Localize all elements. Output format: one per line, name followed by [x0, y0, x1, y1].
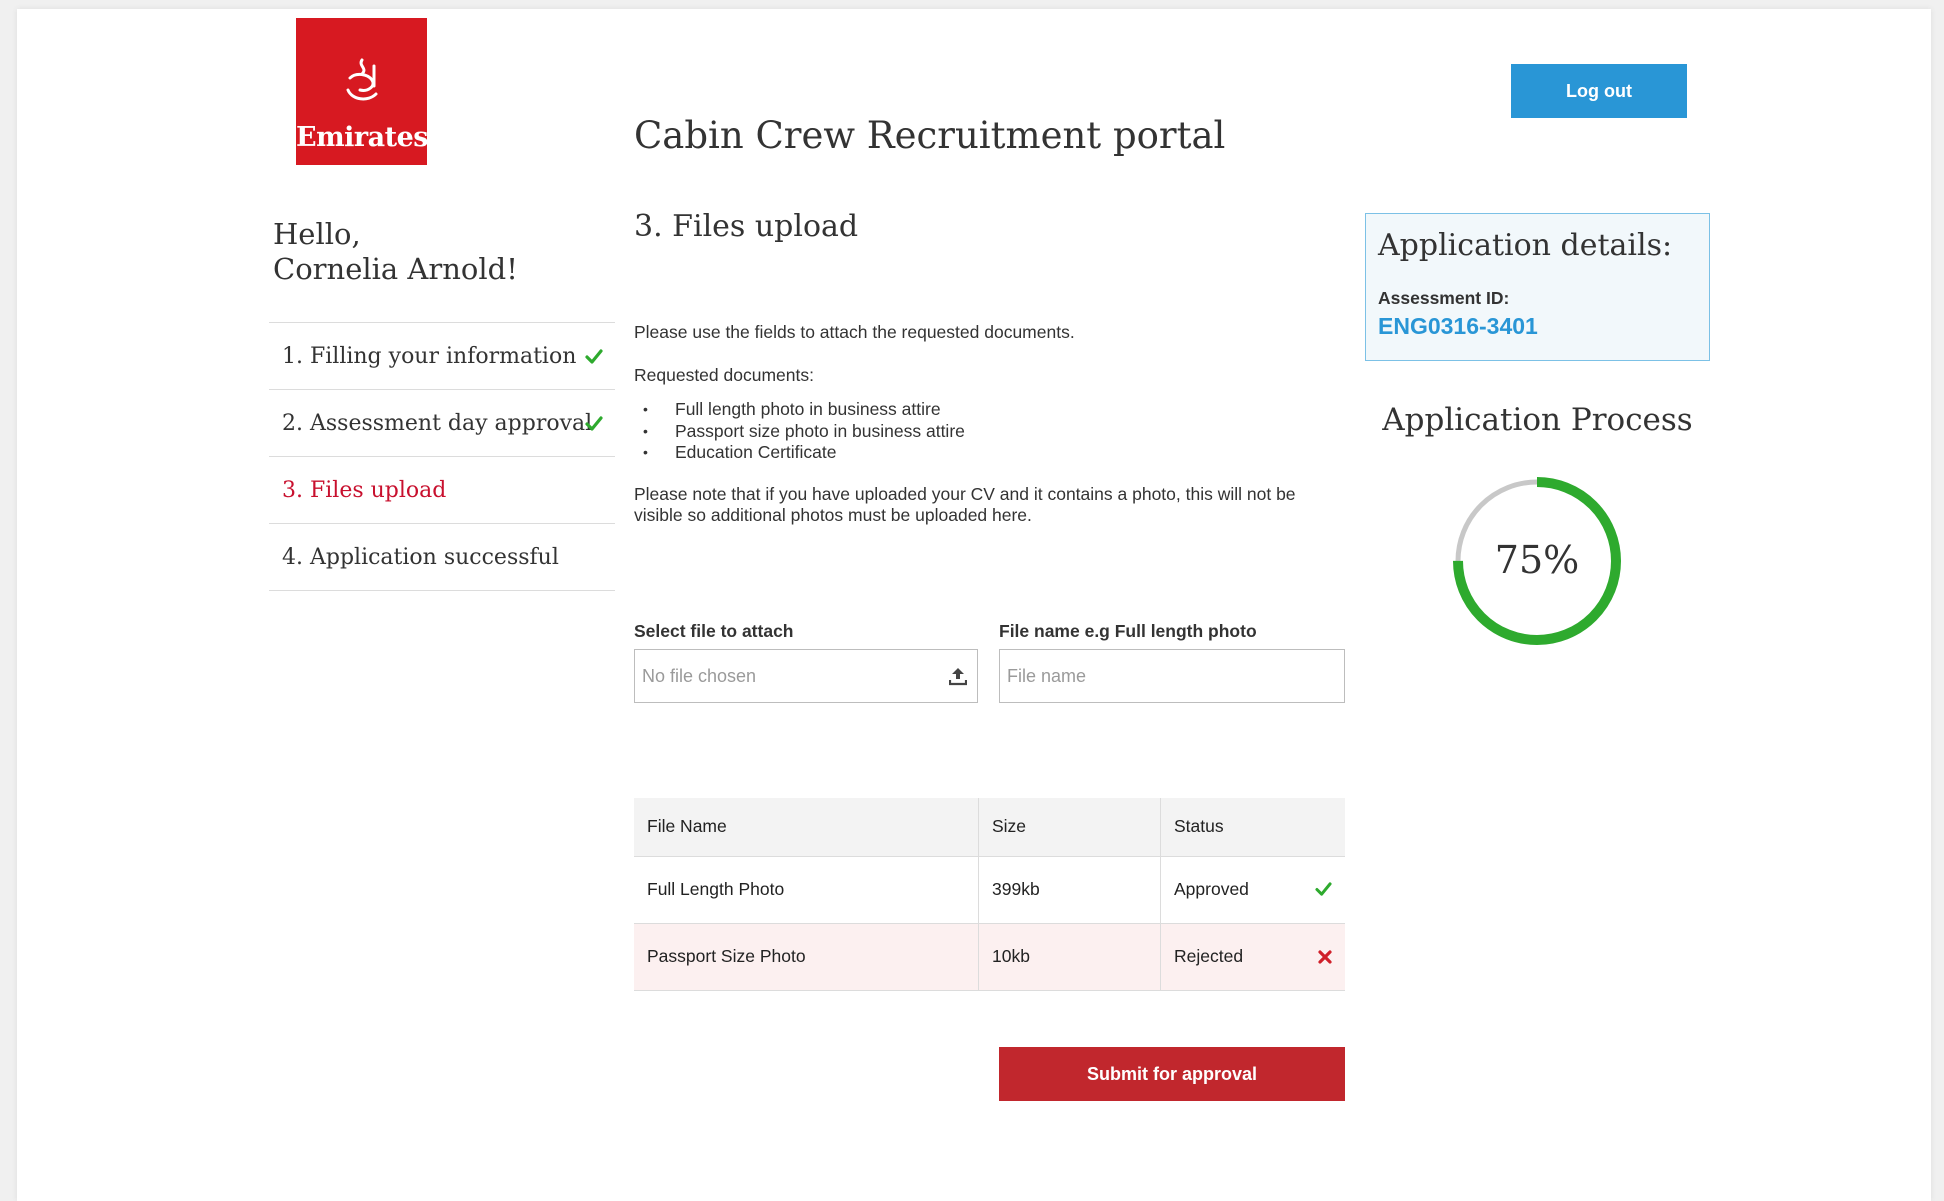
file-name-label: File name e.g Full length photo — [999, 621, 1257, 641]
file-name-cell: Passport Size Photo — [634, 923, 979, 990]
steps-nav: 1. Filling your information 2. Assessmen… — [269, 322, 615, 591]
file-name-cell: Full Length Photo — [634, 856, 979, 923]
file-status-cell: Rejected — [1161, 923, 1346, 990]
emirates-calligraphy-icon — [296, 56, 427, 113]
emirates-logo[interactable]: Emirates — [296, 18, 428, 165]
progress-gauge: 75% — [1437, 461, 1637, 661]
assessment-id-value: ENG0316-3401 — [1378, 313, 1538, 339]
application-details-title: Application details: — [1378, 228, 1673, 263]
file-name-input[interactable]: File name — [999, 649, 1345, 703]
file-select-label: Select file to attach — [634, 621, 794, 641]
gauge-percent-label: 75% — [1495, 538, 1579, 582]
file-size-cell: 10kb — [978, 923, 1161, 990]
step-label: 3. Files upload — [282, 477, 447, 503]
column-header-status: Status — [1174, 816, 1224, 837]
step-assessment-day-approval[interactable]: 2. Assessment day approval — [269, 389, 615, 456]
photo-note: Please note that if you have uploaded yo… — [634, 484, 1296, 525]
brand-wordmark: Emirates — [296, 122, 428, 153]
intro-text: Please use the fields to attach the requ… — [634, 322, 1075, 342]
file-select-placeholder: No file chosen — [642, 665, 757, 686]
application-process-title: Application Process — [1382, 402, 1693, 438]
step-label: 2. Assessment day approval — [282, 410, 593, 436]
logout-button[interactable]: Log out — [1511, 64, 1687, 118]
step-files-upload[interactable]: 3. Files upload — [269, 456, 615, 523]
step-label: 4. Application successful — [282, 544, 559, 570]
files-table: File Name Size Status Full Length Photo … — [634, 798, 1345, 991]
file-status-cell: Approved — [1161, 856, 1346, 923]
portal-title: Cabin Crew Recruitment portal — [634, 114, 1226, 157]
requested-documents-list: Full length photo in business attire Pas… — [634, 399, 965, 464]
column-header-size: Size — [978, 798, 1161, 856]
application-details-panel: Application details: Assessment ID: ENG0… — [1365, 213, 1710, 361]
table-header-row: File Name Size Status — [634, 798, 1345, 856]
list-item: Full length photo in business attire — [634, 399, 965, 421]
check-icon — [585, 346, 603, 371]
column-header-file-name: File Name — [634, 798, 979, 856]
check-icon — [1315, 881, 1332, 902]
file-size-cell: 399kb — [978, 856, 1161, 923]
step-application-successful[interactable]: 4. Application successful — [269, 523, 615, 591]
list-item: Passport size photo in business attire — [634, 421, 965, 443]
status-text: Rejected — [1174, 946, 1244, 966]
step-label: 1. Filling your information — [282, 343, 577, 369]
greeting-hello: Hello, — [273, 217, 361, 251]
list-item: Education Certificate — [634, 442, 965, 464]
file-name-placeholder: File name — [1007, 665, 1087, 686]
status-text: Approved — [1174, 879, 1249, 899]
table-row[interactable]: Passport Size Photo 10kb Rejected — [634, 923, 1345, 990]
check-icon — [585, 413, 603, 438]
user-name: Cornelia Arnold! — [273, 252, 518, 286]
section-title: 3. Files upload — [634, 209, 859, 244]
page: Emirates Log out Cabin Crew Recruitment … — [17, 9, 1931, 1201]
cross-icon — [1318, 948, 1332, 969]
step-filling-information[interactable]: 1. Filling your information — [269, 322, 615, 389]
file-select-input[interactable]: No file chosen — [634, 649, 978, 703]
greeting: Hello, Cornelia Arnold! — [273, 217, 518, 287]
requested-documents-label: Requested documents: — [634, 365, 814, 385]
assessment-id-label: Assessment ID: — [1378, 288, 1510, 308]
upload-icon[interactable] — [948, 666, 968, 691]
table-row[interactable]: Full Length Photo 399kb Approved — [634, 856, 1345, 923]
submit-for-approval-button[interactable]: Submit for approval — [999, 1047, 1345, 1101]
